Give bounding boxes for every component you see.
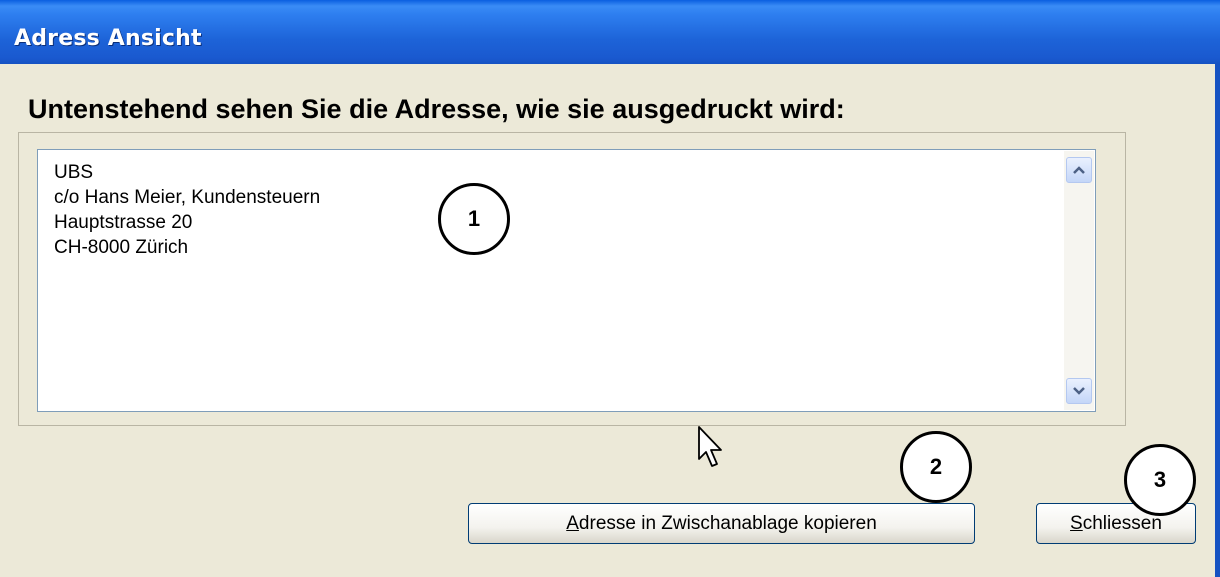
close-button-mnemonic: S [1070, 512, 1083, 534]
chevron-down-icon [1073, 387, 1085, 395]
window-frame-right [1215, 64, 1220, 577]
callout-3: 3 [1124, 444, 1196, 516]
callout-1: 1 [438, 183, 510, 255]
scroll-up-button[interactable] [1066, 157, 1092, 183]
copy-address-button[interactable]: Adresse in Zwischanablage kopieren [468, 503, 975, 544]
address-view-dialog: Adress Ansicht Untenstehend sehen Sie di… [0, 0, 1220, 577]
callout-2: 2 [900, 431, 972, 503]
close-button-label: chliessen [1082, 512, 1162, 534]
address-line: CH-8000 Zürich [54, 237, 189, 258]
address-line: UBS [54, 162, 94, 183]
vertical-scrollbar[interactable] [1064, 151, 1094, 410]
title-bar[interactable]: Adress Ansicht [0, 0, 1220, 64]
address-preview-textbox[interactable]: UBS c/o Hans Meier, Kundensteuern Haupts… [37, 149, 1096, 412]
chevron-up-icon [1073, 166, 1085, 174]
window-title: Adress Ansicht [14, 26, 202, 51]
address-line: Hauptstrasse 20 [54, 212, 193, 233]
address-line: c/o Hans Meier, Kundensteuern [54, 187, 321, 208]
page-heading: Untenstehend sehen Sie die Adresse, wie … [28, 94, 845, 124]
copy-button-label: dresse in Zwischanablage kopieren [578, 512, 877, 534]
copy-button-mnemonic: A [566, 512, 579, 534]
scroll-down-button[interactable] [1066, 378, 1092, 404]
mouse-pointer-icon [698, 426, 722, 467]
address-text: UBS c/o Hans Meier, Kundensteuern Haupts… [54, 160, 320, 260]
